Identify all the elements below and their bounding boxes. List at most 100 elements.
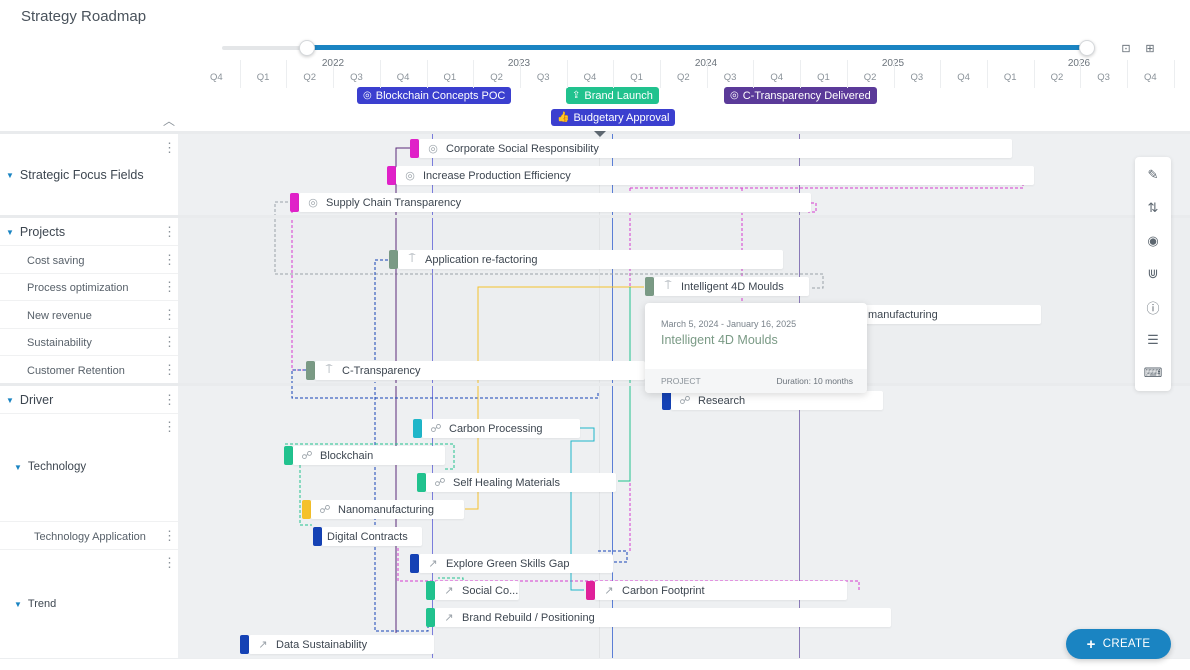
row-process-optimization[interactable]: Process optimization	[27, 282, 129, 294]
bar-body[interactable]: ◎ Corporate Social Responsibility	[419, 139, 1012, 158]
bar-body[interactable]: ↗ Brand Rebuild / Positioning	[435, 608, 891, 627]
bar-drag-handle[interactable]	[389, 250, 398, 269]
bar-drag-handle[interactable]	[306, 361, 315, 380]
bar-social-co[interactable]: ↗ Social Co...	[426, 581, 519, 600]
bar-body[interactable]: ↗ Social Co...	[435, 581, 519, 600]
bar-c-transparency[interactable]: ⍑ C-Transparency	[306, 361, 645, 380]
bar-drag-handle[interactable]	[413, 419, 422, 438]
milestone-budgetary-approval[interactable]: 👍 Budgetary Approval	[551, 109, 676, 126]
bar-body[interactable]: ☍ Carbon Processing	[422, 419, 580, 438]
bar-drag-handle[interactable]	[240, 635, 249, 654]
more-options-icon[interactable]: ⋮	[163, 393, 176, 406]
bar-manufacturing[interactable]: manufacturing	[858, 305, 1041, 324]
bar-body[interactable]: ↗ Explore Green Skills Gap	[419, 554, 613, 573]
group-driver[interactable]: ▼ Driver	[6, 393, 53, 407]
more-options-icon[interactable]: ⋮	[163, 335, 176, 348]
more-options-icon[interactable]: ⋮	[163, 363, 176, 376]
bar-application-re-factoring[interactable]: ⍑ Application re-factoring	[389, 250, 783, 269]
bar-brand-rebuild-positioning[interactable]: ↗ Brand Rebuild / Positioning	[426, 608, 891, 627]
bar-drag-handle[interactable]	[645, 277, 654, 296]
row-new-revenue[interactable]: New revenue	[27, 310, 92, 322]
caret-down-icon[interactable]: ▼	[14, 600, 22, 609]
more-options-icon[interactable]: ⋮	[163, 280, 176, 293]
bar-body[interactable]: ☍ Nanomanufacturing	[311, 500, 464, 519]
bar-corporate-social-responsibility[interactable]: ◎ Corporate Social Responsibility	[410, 139, 1012, 158]
group-technology[interactable]: ▼ Technology	[14, 461, 86, 473]
milestone-blockchain-concepts-poc[interactable]: ◎ Blockchain Concepts POC	[357, 87, 512, 104]
row-customer-retention[interactable]: Customer Retention	[27, 365, 125, 377]
bar-drag-handle[interactable]	[410, 554, 419, 573]
bar-body[interactable]: ⍑ C-Transparency	[315, 361, 645, 380]
more-options-icon[interactable]: ⋮	[163, 420, 176, 433]
more-options-icon[interactable]: ⋮	[163, 308, 176, 321]
bar-body[interactable]: ◎ Increase Production Efficiency	[396, 166, 1034, 185]
bar-body[interactable]: ☍ Self Healing Materials	[426, 473, 616, 492]
bar-body[interactable]: ⍑ Intelligent 4D Moulds	[654, 277, 809, 296]
fit-view-icon[interactable]: ⊞	[1143, 41, 1157, 55]
milestone-c-transparency-delivered[interactable]: ◎ C-Transparency Delivered	[724, 87, 877, 104]
bar-self-healing-materials[interactable]: ☍ Self Healing Materials	[417, 473, 616, 492]
quarter-label: Q3	[910, 72, 924, 83]
keyboard-icon[interactable]: ⌨	[1135, 361, 1171, 385]
bar-body[interactable]: ⍑ Application re-factoring	[398, 250, 783, 269]
bar-drag-handle[interactable]	[410, 139, 419, 158]
bar-body[interactable]: ↗ Carbon Footprint	[595, 581, 847, 600]
quarter-label: Q1	[817, 72, 830, 83]
sort-icon[interactable]: ⇅	[1135, 196, 1171, 220]
bar-drag-handle[interactable]	[313, 527, 322, 546]
info-icon[interactable]: ⓘ	[1135, 295, 1171, 319]
bar-supply-chain-transparency[interactable]: ◎ Supply Chain Transparency	[290, 193, 811, 212]
bar-body[interactable]: ☍ Blockchain	[293, 446, 445, 465]
create-button[interactable]: + CREATE	[1066, 629, 1171, 659]
list-icon[interactable]: ☰	[1135, 328, 1171, 352]
group-strategic-focus-fields[interactable]: ▼ Strategic Focus Fields	[6, 168, 144, 182]
bar-drag-handle[interactable]	[662, 391, 671, 410]
bar-body[interactable]: ◎ Supply Chain Transparency	[299, 193, 811, 212]
bar-carbon-footprint[interactable]: ↗ Carbon Footprint	[586, 581, 847, 600]
more-options-icon[interactable]: ⋮	[163, 556, 176, 569]
caret-down-icon[interactable]: ▼	[6, 396, 14, 405]
caret-down-icon[interactable]: ▼	[6, 228, 14, 237]
bar-label: Increase Production Efficiency	[423, 169, 571, 182]
caret-down-icon[interactable]: ▼	[14, 463, 22, 472]
milestone-brand-launch[interactable]: ⇪ Brand Launch	[566, 87, 659, 104]
bar-data-sustainability[interactable]: ↗ Data Sustainability	[240, 635, 434, 654]
bar-blockchain[interactable]: ☍ Blockchain	[284, 446, 445, 465]
collapse-header-icon[interactable]: ︿	[163, 112, 177, 128]
more-options-icon[interactable]: ⋮	[163, 141, 176, 154]
bar-drag-handle[interactable]	[387, 166, 396, 185]
edit-icon[interactable]: ✎	[1135, 163, 1171, 187]
range-end-handle[interactable]	[1079, 40, 1095, 56]
bar-explore-green-skills-gap[interactable]: ↗ Explore Green Skills Gap	[410, 554, 613, 573]
bar-digital-contracts[interactable]: Digital Contracts	[313, 527, 422, 546]
row-cost-saving[interactable]: Cost saving	[27, 255, 84, 267]
group-trend[interactable]: ▼ Trend	[14, 598, 56, 610]
bar-carbon-processing[interactable]: ☍ Carbon Processing	[413, 419, 580, 438]
bar-body[interactable]: ↗ Data Sustainability	[249, 635, 434, 654]
range-start-handle[interactable]	[299, 40, 315, 56]
focus-icon[interactable]: ⊡	[1119, 41, 1133, 55]
row-technology-application[interactable]: Technology Application	[34, 531, 146, 543]
bar-drag-handle[interactable]	[426, 608, 435, 627]
caret-down-icon[interactable]: ▼	[6, 171, 14, 180]
brain-icon: ◎	[363, 90, 372, 101]
bar-nanomanufacturing[interactable]: ☍ Nanomanufacturing	[302, 500, 464, 519]
magnet-icon[interactable]: ⋓	[1135, 262, 1171, 286]
row-sustainability[interactable]: Sustainability	[27, 337, 92, 349]
bar-drag-handle[interactable]	[290, 193, 299, 212]
bar-drag-handle[interactable]	[302, 500, 311, 519]
more-options-icon[interactable]: ⋮	[163, 225, 176, 238]
eye-icon[interactable]: ◉	[1135, 229, 1171, 253]
bar-drag-handle[interactable]	[417, 473, 426, 492]
bar-drag-handle[interactable]	[586, 581, 595, 600]
more-options-icon[interactable]: ⋮	[163, 253, 176, 266]
bar-drag-handle[interactable]	[426, 581, 435, 600]
more-options-icon[interactable]: ⋮	[163, 529, 176, 542]
bar-intelligent-4d-moulds[interactable]: ⍑ Intelligent 4D Moulds	[645, 277, 809, 296]
bar-increase-production-efficiency[interactable]: ◎ Increase Production Efficiency	[387, 166, 1034, 185]
bar-research[interactable]: ☍ Research	[662, 391, 883, 410]
bar-body[interactable]: Digital Contracts	[322, 527, 422, 546]
group-projects[interactable]: ▼ Projects	[6, 225, 65, 239]
bar-body[interactable]: ☍ Research	[671, 391, 883, 410]
bar-drag-handle[interactable]	[284, 446, 293, 465]
